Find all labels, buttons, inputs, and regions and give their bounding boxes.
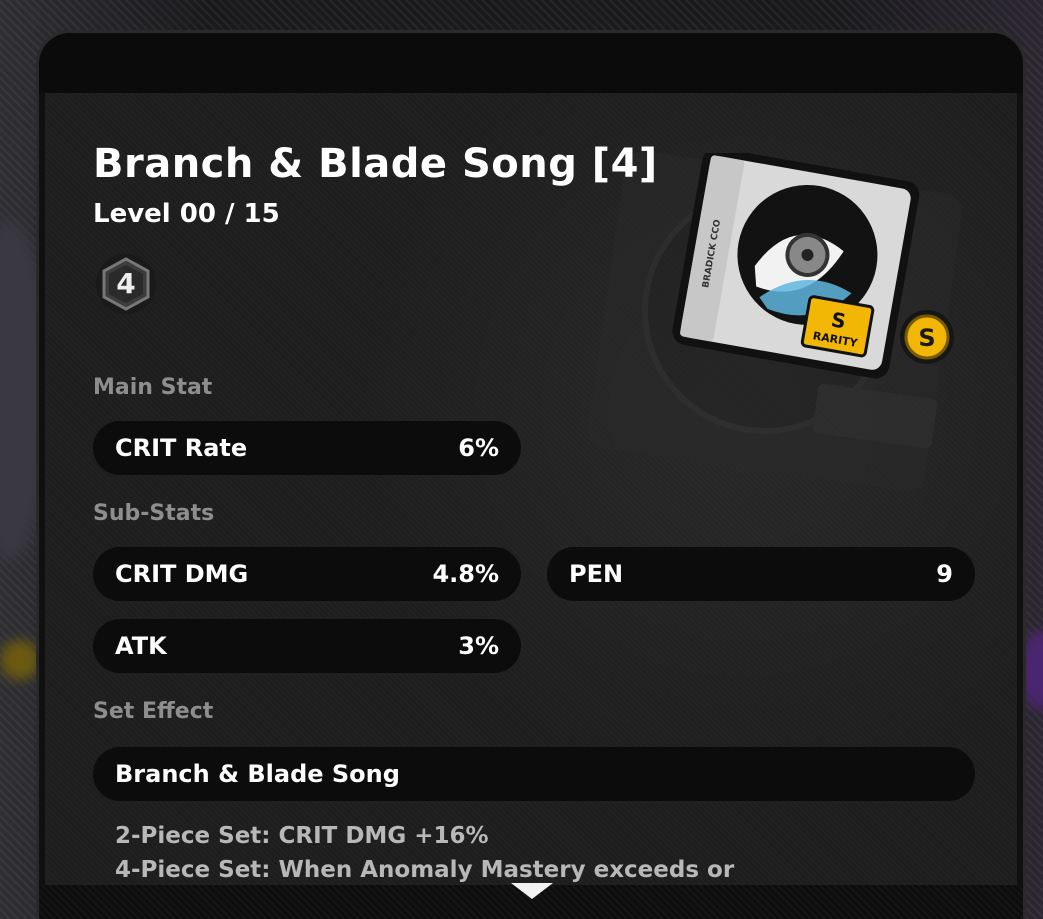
sub-stat-value: 9 — [936, 560, 953, 588]
sub-stats-label: Sub-Stats — [93, 501, 215, 526]
disc-rank-badge: S — [899, 309, 955, 365]
set-effect-line: 2-Piece Set: CRIT DMG +16% — [115, 823, 489, 849]
set-effect-line: 4-Piece Set: When Anomaly Mastery exceed… — [115, 857, 735, 883]
disc-slot-number: 4 — [116, 267, 136, 300]
s-rank-icon: S — [900, 310, 954, 364]
sub-stat-name: PEN — [569, 560, 624, 588]
set-effect-label: Set Effect — [93, 699, 214, 724]
sub-stat-row: PEN 9 — [547, 547, 975, 601]
disc-rank-letter: S — [918, 324, 935, 352]
panel-body[interactable]: Branch & Blade Song [4] Level 00 / 15 4 — [45, 93, 1017, 919]
disc-level: Level 00 / 15 — [93, 199, 280, 229]
main-stat-value: 6% — [458, 434, 499, 462]
main-stat-row: CRIT Rate 6% — [93, 421, 521, 475]
sub-stat-row: ATK 3% — [93, 619, 521, 673]
background-blur-yellow — [0, 640, 40, 680]
set-effect-description: 2-Piece Set: CRIT DMG +16% 4-Piece Set: … — [115, 819, 734, 887]
chevron-down-icon[interactable] — [509, 879, 555, 903]
main-stat-label: Main Stat — [93, 375, 213, 400]
sub-stat-value: 3% — [458, 632, 499, 660]
disc-artwork: S RARITY BRADICK CCO — [672, 153, 920, 379]
drive-disc-panel: Branch & Blade Song [4] Level 00 / 15 4 — [36, 30, 1026, 919]
sub-stat-name: CRIT DMG — [115, 560, 249, 588]
sub-stat-row: CRIT DMG 4.8% — [93, 547, 521, 601]
set-effect-name: Branch & Blade Song — [93, 747, 975, 801]
main-stat-name: CRIT Rate — [115, 434, 248, 462]
panel-header — [39, 33, 1023, 93]
disc-slot-badge: 4 — [95, 253, 157, 315]
disc-title: Branch & Blade Song [4] — [93, 141, 658, 187]
sub-stat-name: ATK — [115, 632, 167, 660]
sub-stat-value: 4.8% — [432, 560, 499, 588]
